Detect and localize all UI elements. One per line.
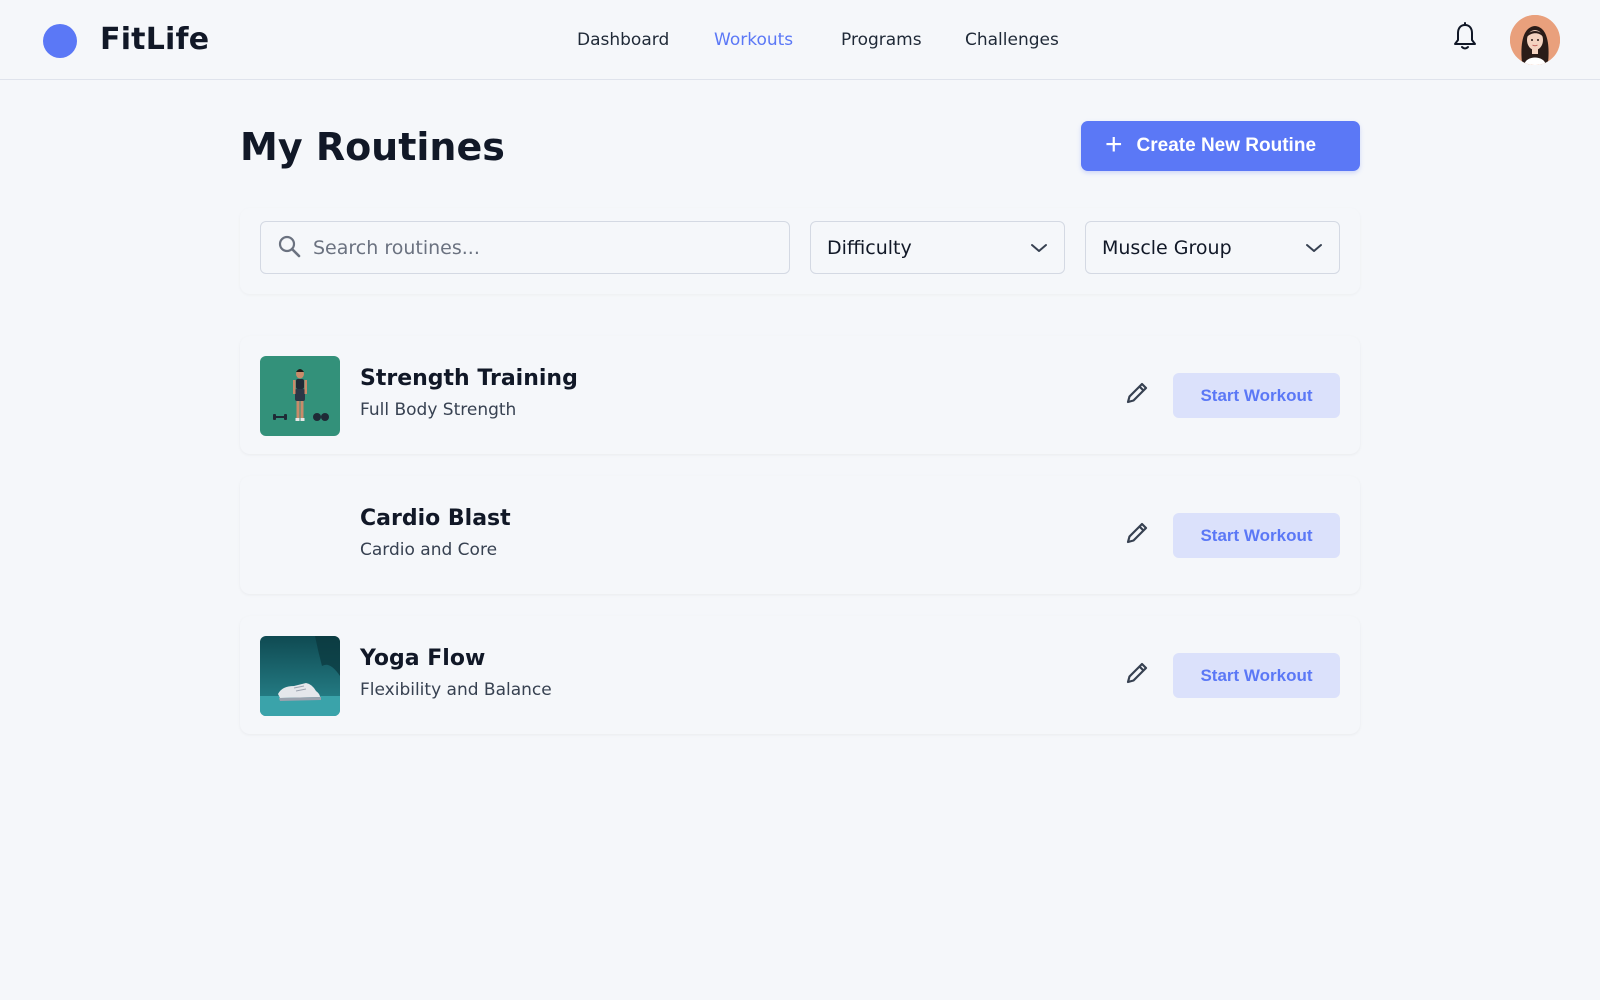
search-field[interactable] <box>260 221 790 274</box>
bell-icon[interactable] <box>1452 22 1478 52</box>
create-new-routine-button[interactable]: + Create New Routine <box>1081 121 1360 171</box>
difficulty-select[interactable]: Difficulty <box>810 221 1065 274</box>
routine-subtitle: Full Body Strength <box>360 400 517 420</box>
routine-card[interactable]: Strength Training Full Body Strength Sta… <box>240 336 1360 454</box>
routine-card[interactable]: Cardio Blast Cardio and Core Start Worko… <box>240 476 1360 594</box>
plus-icon: + <box>1105 127 1123 161</box>
routine-subtitle: Flexibility and Balance <box>360 680 552 700</box>
nav-item-challenges[interactable]: Challenges <box>965 28 1059 52</box>
edit-icon[interactable] <box>1122 378 1152 408</box>
routine-name: Cardio Blast <box>360 506 511 531</box>
difficulty-select-value: Difficulty <box>827 236 912 259</box>
chevron-down-icon <box>1305 237 1323 259</box>
routine-card[interactable]: Yoga Flow Flexibility and Balance Start … <box>240 616 1360 734</box>
logo-icon[interactable] <box>43 24 77 58</box>
edit-icon[interactable] <box>1122 518 1152 548</box>
muscle-group-select[interactable]: Muscle Group <box>1085 221 1340 274</box>
muscle-group-select-value: Muscle Group <box>1102 236 1232 259</box>
search-input[interactable] <box>313 236 763 259</box>
edit-icon[interactable] <box>1122 658 1152 688</box>
avatar[interactable] <box>1510 15 1560 65</box>
routine-subtitle: Cardio and Core <box>360 540 498 560</box>
routine-name: Strength Training <box>360 366 578 391</box>
filter-bar: Difficulty Muscle Group <box>240 208 1360 294</box>
sneaker-image <box>260 636 340 716</box>
chevron-down-icon <box>1030 237 1048 259</box>
nav-item-workouts[interactable]: Workouts <box>714 28 793 52</box>
top-navigation-bar: FitLife Dashboard Workouts Programs Chal… <box>0 0 1600 80</box>
brand-name[interactable]: FitLife <box>100 20 209 60</box>
page-title: My Routines <box>240 125 505 169</box>
start-workout-button[interactable]: Start Workout <box>1173 653 1340 698</box>
start-workout-button[interactable]: Start Workout <box>1173 373 1340 418</box>
strength-image <box>260 356 340 436</box>
create-new-routine-label: Create New Routine <box>1136 135 1317 156</box>
routine-name: Yoga Flow <box>360 646 486 671</box>
start-workout-button[interactable]: Start Workout <box>1173 513 1340 558</box>
search-icon <box>277 234 301 262</box>
nav-item-programs[interactable]: Programs <box>841 28 922 52</box>
nav-item-dashboard[interactable]: Dashboard <box>577 28 669 52</box>
